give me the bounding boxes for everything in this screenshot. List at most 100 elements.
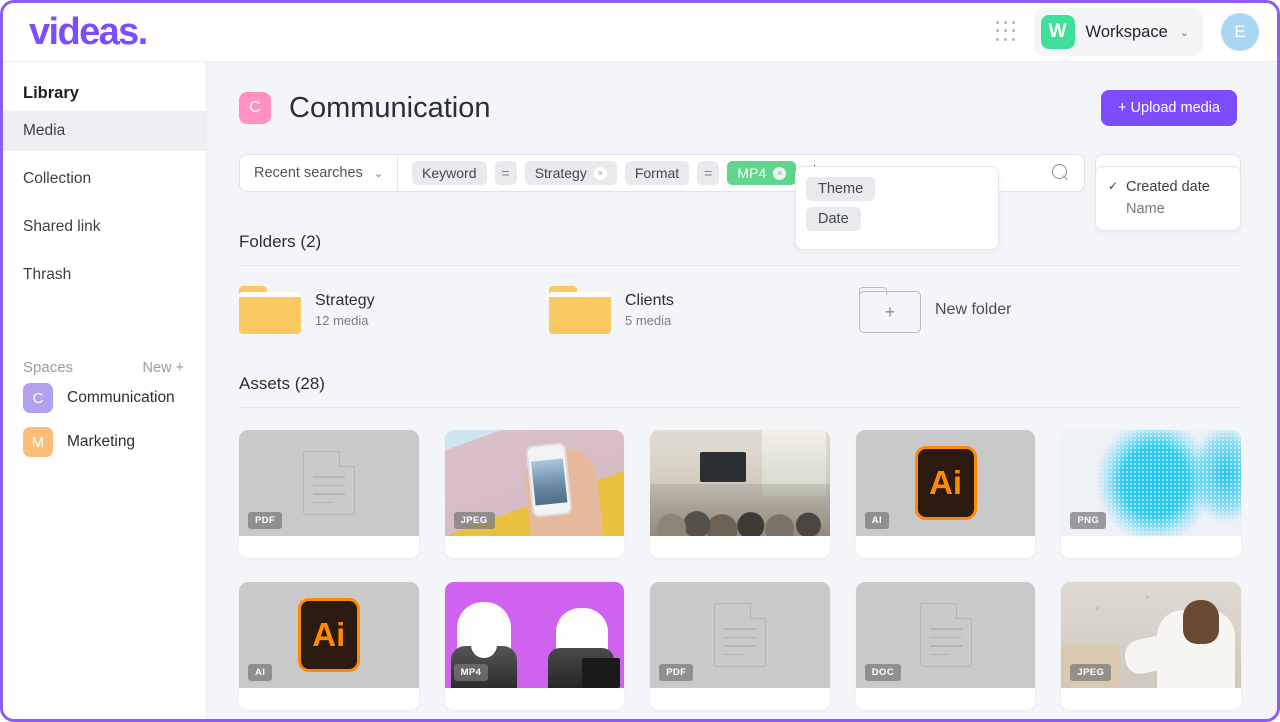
folder-strategy[interactable]: Strategy 12 media: [239, 286, 549, 334]
avatar[interactable]: E: [1221, 13, 1259, 51]
filter-operator: =: [494, 161, 517, 185]
document-icon: [713, 603, 766, 667]
asset-format-badge: JPEG: [453, 512, 495, 529]
document-icon: [302, 451, 355, 515]
app-frame: videas. W Workspace ⌄ E Library Media Co…: [0, 0, 1280, 722]
folder-clients[interactable]: Clients 5 media: [549, 286, 859, 334]
asset-card[interactable]: Ai AI: [855, 430, 1036, 558]
search-suggestions-popover: Theme Date: [795, 166, 999, 250]
suggestion-theme[interactable]: Theme: [806, 177, 876, 201]
spaces-header: Spaces New +: [3, 359, 206, 376]
illustrator-file-icon: Ai: [297, 598, 360, 672]
space-label: Marketing: [67, 433, 136, 450]
asset-format-badge: MP4: [453, 664, 489, 681]
folder-icon: [239, 286, 301, 334]
asset-card[interactable]: DOC: [855, 582, 1036, 710]
sort-options-popover: Created date Name: [1095, 166, 1241, 231]
folder-name: Clients: [625, 292, 674, 309]
folders-list: Strategy 12 media Clients 5 media + New …: [239, 266, 1241, 334]
asset-card[interactable]: JPEG: [1061, 582, 1241, 710]
page-header: C Communication + Upload media: [207, 62, 1277, 126]
asset-format-badge: DOC: [864, 664, 902, 681]
apps-grid-icon[interactable]: [995, 21, 1018, 43]
space-badge: M: [23, 427, 53, 457]
sidebar-item-label: Collection: [23, 170, 92, 187]
new-folder-button[interactable]: + New folder: [859, 287, 1011, 333]
filter-value-label: MP4: [737, 165, 767, 181]
new-folder-icon: +: [859, 287, 921, 333]
asset-card[interactable]: Ai AI: [239, 582, 419, 710]
asset-thumbnail: MP4: [444, 582, 625, 688]
folder-meta: 5 media: [625, 313, 672, 328]
asset-card[interactable]: MP4: [444, 582, 625, 710]
asset-thumbnail: JPEG: [1061, 582, 1241, 688]
asset-card[interactable]: PDF: [650, 582, 830, 710]
sidebar-item-shared-link[interactable]: Shared link: [3, 207, 206, 247]
assets-grid: PDF JPEG Ai AI PNG Ai AI MP4 PDF DOC JPE…: [239, 408, 1241, 710]
assets-section-title: Assets (28): [239, 374, 325, 393]
folders-section-title: Folders (2): [239, 232, 322, 251]
sidebar-space-communication[interactable]: C Communication: [3, 376, 206, 420]
main-content: C Communication + Upload media Recent se…: [207, 61, 1277, 719]
document-icon: [919, 603, 972, 667]
sidebar-item-thrash[interactable]: Thrash: [3, 255, 206, 295]
search-icon[interactable]: [1052, 164, 1070, 182]
workspace-label: Workspace: [1085, 22, 1168, 41]
asset-thumbnail: DOC: [855, 582, 1036, 688]
new-space-button[interactable]: New +: [142, 360, 184, 376]
sidebar-heading-library: Library: [23, 84, 79, 102]
folder-meta: 12 media: [315, 313, 369, 328]
sidebar-space-marketing[interactable]: M Marketing: [3, 420, 206, 464]
asset-card[interactable]: PNG: [1061, 430, 1241, 558]
app-header: videas. W Workspace ⌄ E: [3, 3, 1277, 61]
filter-value-strategy[interactable]: Strategy ×: [524, 161, 617, 185]
asset-card[interactable]: JPEG: [444, 430, 625, 558]
filter-chips: Keyword = Strategy × Format = MP4 ×: [398, 161, 816, 185]
assets-section: Assets (28) PDF JPEG Ai AI PNG Ai AI MP4…: [207, 334, 1277, 710]
filter-operator: =: [697, 161, 720, 185]
sidebar-item-media[interactable]: Media: [3, 111, 206, 151]
space-label: Communication: [67, 389, 175, 406]
filter-value-label: Strategy: [534, 165, 587, 181]
search-toolbar: Recent searches ⌄ Keyword = Strategy × F…: [207, 126, 1277, 250]
asset-thumbnail: Ai AI: [239, 582, 419, 688]
asset-thumbnail: PDF: [650, 582, 830, 688]
asset-format-badge: PNG: [1070, 512, 1107, 529]
new-folder-label: New folder: [935, 301, 1012, 318]
asset-thumbnail: PDF: [239, 430, 419, 536]
sidebar-item-label: Media: [23, 122, 66, 139]
chevron-down-icon: ⌄: [1179, 26, 1189, 39]
close-icon[interactable]: ×: [773, 166, 787, 180]
sidebar-item-label: Shared link: [23, 218, 101, 235]
sort-option-name[interactable]: Name: [1096, 198, 1240, 220]
asset-format-badge: PDF: [248, 512, 283, 529]
folder-icon: [549, 286, 611, 334]
recent-searches-dropdown[interactable]: Recent searches ⌄: [240, 155, 399, 191]
close-icon[interactable]: ×: [593, 166, 607, 180]
sidebar-item-collection[interactable]: Collection: [3, 159, 206, 199]
sidebar: Library Media Collection Shared link Thr…: [3, 61, 207, 719]
asset-format-badge: JPEG: [1070, 664, 1112, 681]
filter-value-mp4[interactable]: MP4 ×: [727, 161, 797, 185]
illustrator-file-icon: Ai: [914, 446, 977, 520]
asset-card[interactable]: PDF: [239, 430, 419, 558]
filter-key-format[interactable]: Format: [624, 161, 690, 185]
app-logo[interactable]: videas.: [29, 13, 148, 51]
workspace-badge: W: [1040, 15, 1075, 49]
asset-format-badge: PDF: [659, 664, 694, 681]
folder-name: Strategy: [315, 292, 375, 309]
asset-thumbnail: PNG: [1061, 430, 1241, 536]
suggestion-date[interactable]: Date: [806, 207, 861, 231]
spaces-label: Spaces: [23, 359, 74, 376]
sidebar-item-label: Thrash: [23, 266, 72, 283]
chevron-down-icon: ⌄: [373, 167, 384, 180]
asset-card[interactable]: [650, 430, 830, 558]
upload-media-button[interactable]: + Upload media: [1101, 90, 1237, 126]
filter-key-keyword[interactable]: Keyword: [412, 161, 487, 185]
page-title: Communication: [289, 91, 491, 124]
plus-icon: +: [884, 301, 896, 322]
sort-option-created-date[interactable]: Created date: [1096, 176, 1240, 198]
workspace-switcher[interactable]: W Workspace ⌄: [1033, 8, 1203, 56]
asset-thumbnail: Ai AI: [855, 430, 1036, 536]
space-avatar-badge: C: [239, 92, 271, 124]
